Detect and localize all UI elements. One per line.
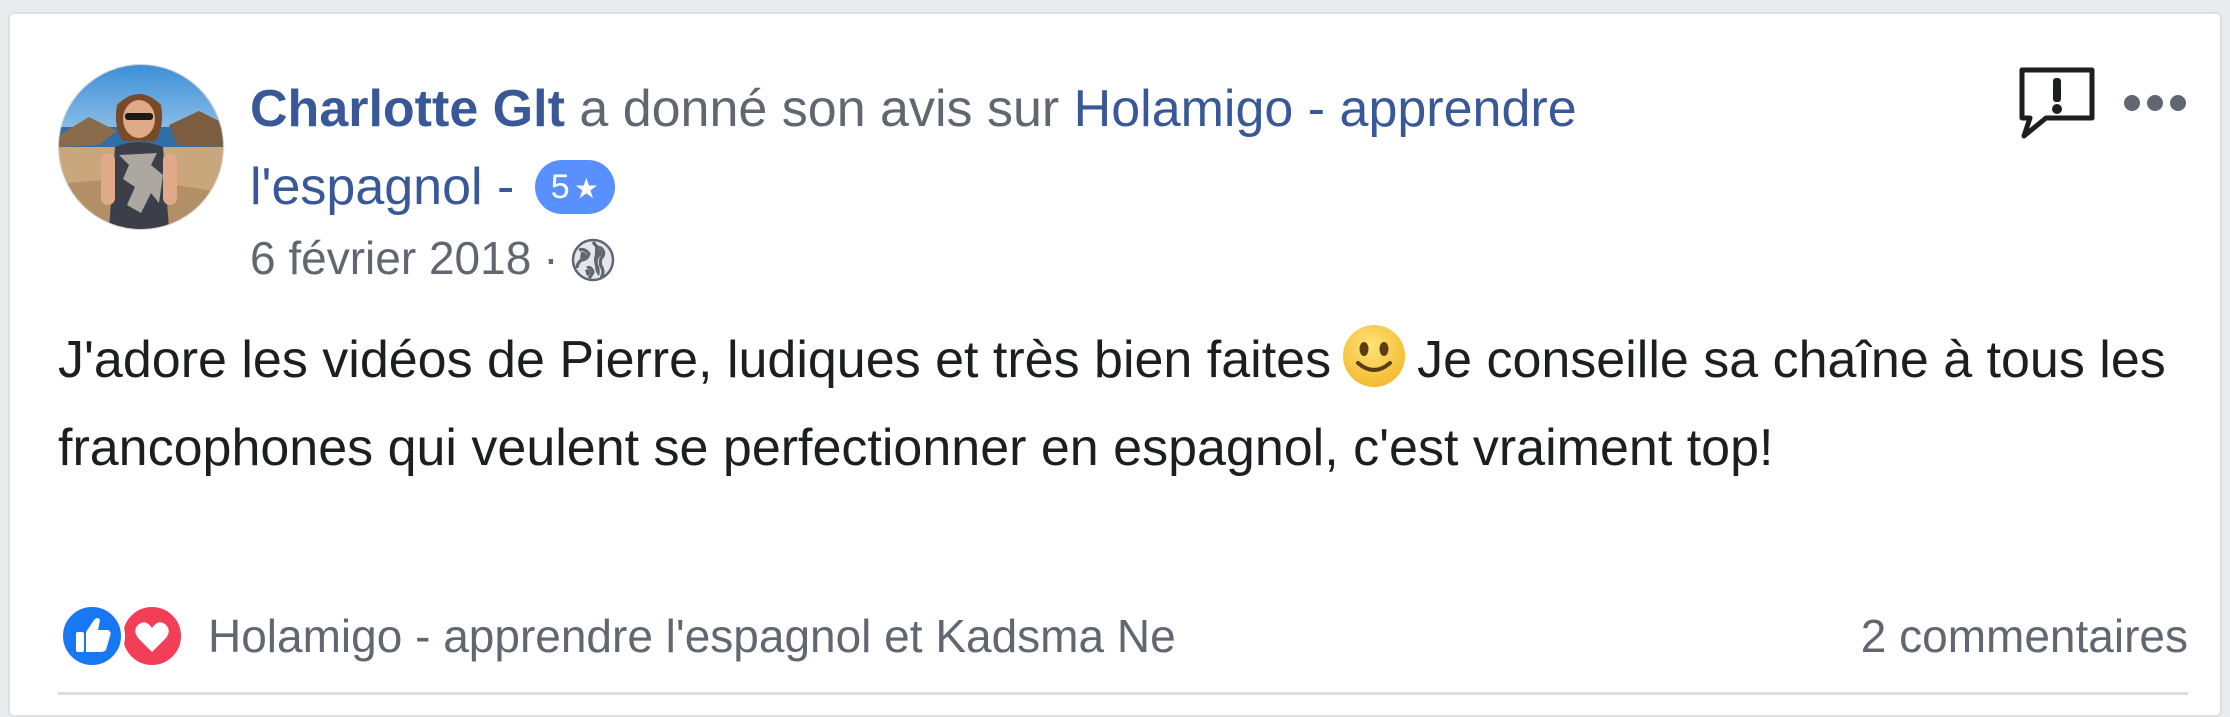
like-icon xyxy=(59,603,125,669)
report-icon xyxy=(2019,67,2095,139)
more-dots-icon xyxy=(2124,95,2186,111)
dash-separator: - xyxy=(482,158,515,216)
review-header: Charlotte Glt a donné son avis sur Holam… xyxy=(250,70,2050,288)
divider xyxy=(58,692,2188,695)
review-text-part1: J'adore les vidéos de Pierre, ludiques e… xyxy=(58,331,1332,389)
review-text: J'adore les vidéos de Pierre, ludiques e… xyxy=(58,322,2188,486)
reactors-text[interactable]: Holamigo - apprendre l'espagnol et Kadsm… xyxy=(208,606,1176,666)
more-options-button[interactable] xyxy=(2122,92,2188,114)
avatar-photo xyxy=(59,65,223,229)
page-link[interactable]: Holamigo - apprendre xyxy=(1074,80,1577,138)
smiley-emoji xyxy=(1341,323,1407,410)
review-date[interactable]: 6 février 2018 xyxy=(250,228,531,288)
report-button[interactable] xyxy=(2016,64,2098,142)
author-name[interactable]: Charlotte Glt xyxy=(250,80,565,138)
page-link-continued[interactable]: l'espagnol xyxy=(250,158,483,216)
rating-value: 5 xyxy=(550,168,570,206)
rating-badge: 5 ★ xyxy=(534,160,615,214)
meta-separator: · xyxy=(543,232,559,284)
avatar[interactable] xyxy=(58,64,224,230)
globe-icon xyxy=(571,236,615,282)
comments-count[interactable]: 2 commentaires xyxy=(1861,606,2188,666)
review-card: Charlotte Glt a donné son avis sur Holam… xyxy=(8,12,2222,717)
review-footer: Holamigo - apprendre l'espagnol et Kadsm… xyxy=(58,598,2188,670)
star-icon: ★ xyxy=(573,173,599,204)
review-headline-line2: l'espagnol - 5 ★ xyxy=(250,148,2050,226)
review-headline: Charlotte Glt a donné son avis sur Holam… xyxy=(250,70,2050,148)
review-meta: 6 février 2018 · xyxy=(250,228,2050,288)
love-icon xyxy=(119,603,185,669)
action-text: a donné son avis sur xyxy=(564,80,1074,138)
reaction-icons[interactable] xyxy=(58,602,198,670)
